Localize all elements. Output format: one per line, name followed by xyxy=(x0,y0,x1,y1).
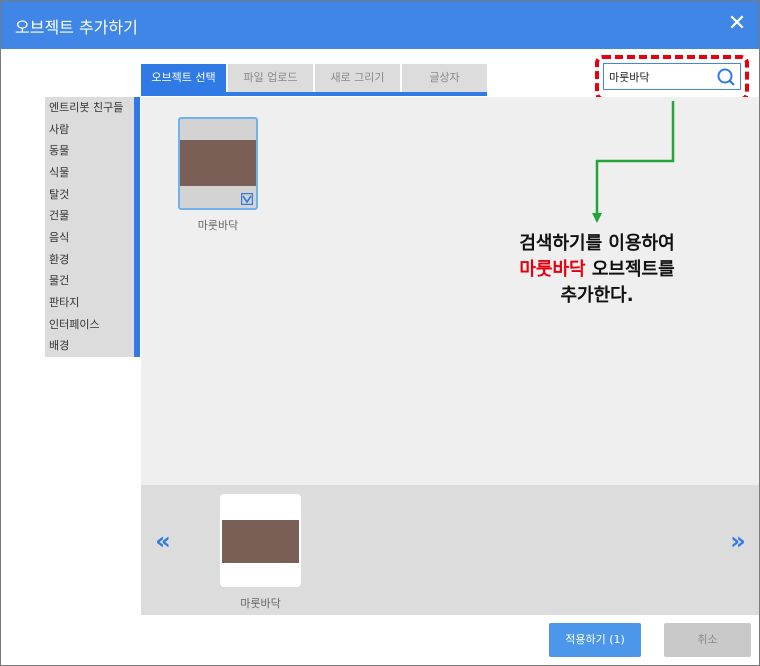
tab-object-select[interactable]: 오브젝트 선택 xyxy=(141,64,226,92)
callout-line-2: 마룻바닥 오브젝트를 xyxy=(467,257,727,283)
sidebar-item-animals[interactable]: 동물 xyxy=(49,141,69,161)
tab-text-box[interactable]: 글상자 xyxy=(402,64,487,92)
search-highlight-box xyxy=(595,55,749,101)
callout-line-3: 추가한다. xyxy=(560,285,634,306)
tab-file-upload[interactable]: 파일 업로드 xyxy=(228,64,313,92)
sidebar-accent-bar xyxy=(134,97,140,357)
object-thumbnail xyxy=(180,140,256,186)
close-icon[interactable]: ✕ xyxy=(723,10,751,38)
sidebar-item-entrybot-friends[interactable]: 엔트리봇 친구들 xyxy=(49,98,123,118)
callout-line-1: 검색하기를 이용하여 xyxy=(519,233,675,254)
sidebar-item-fantasy[interactable]: 판타지 xyxy=(49,293,79,313)
sidebar-item-background[interactable]: 배경 xyxy=(49,336,69,356)
tray-item-label: 마룻바닥 xyxy=(240,597,281,610)
tab-underline xyxy=(141,92,487,96)
sidebar-item-people[interactable]: 사람 xyxy=(49,120,69,140)
instruction-callout: 검색하기를 이용하여 마룻바닥 오브젝트를 추가한다. xyxy=(467,231,727,309)
callout-line-2-rest: 오브젝트를 xyxy=(585,259,675,280)
add-object-dialog: 오브젝트 추가하기 ✕ 오브젝트 선택 파일 업로드 새로 그리기 글상자 엔트… xyxy=(0,0,760,666)
sidebar-item-buildings[interactable]: 건물 xyxy=(49,206,69,226)
check-icon xyxy=(241,193,253,205)
sidebar-item-environment[interactable]: 환경 xyxy=(49,250,69,270)
tray-next-icon[interactable]: » xyxy=(726,529,750,553)
category-sidebar: 엔트리봇 친구들 사람 동물 식물 탈것 건물 음식 환경 물건 판타지 인터페… xyxy=(45,97,134,357)
object-card-label: 마룻바닥 xyxy=(197,219,239,232)
dialog-titlebar: 오브젝트 추가하기 ✕ xyxy=(1,1,759,49)
sidebar-item-food[interactable]: 음식 xyxy=(49,228,69,248)
tray-item-card[interactable] xyxy=(220,494,301,587)
tray-item-thumbnail xyxy=(222,520,299,563)
callout-highlight-term: 마룻바닥 xyxy=(519,259,586,280)
tab-new-drawing[interactable]: 새로 그리기 xyxy=(315,64,400,92)
sidebar-item-plants[interactable]: 식물 xyxy=(49,163,69,183)
sidebar-item-interface[interactable]: 인터페이스 xyxy=(49,315,100,335)
apply-button[interactable]: 적용하기 (1) xyxy=(549,623,641,657)
callout-arrow xyxy=(592,101,675,223)
dialog-title: 오브젝트 추가하기 xyxy=(15,18,138,37)
tray-prev-icon[interactable]: « xyxy=(151,529,175,553)
cancel-button[interactable]: 취소 xyxy=(664,623,751,657)
object-card-maru-floor[interactable] xyxy=(178,117,258,210)
sidebar-item-things[interactable]: 물건 xyxy=(49,271,69,291)
sidebar-item-vehicles[interactable]: 탈것 xyxy=(49,185,69,205)
